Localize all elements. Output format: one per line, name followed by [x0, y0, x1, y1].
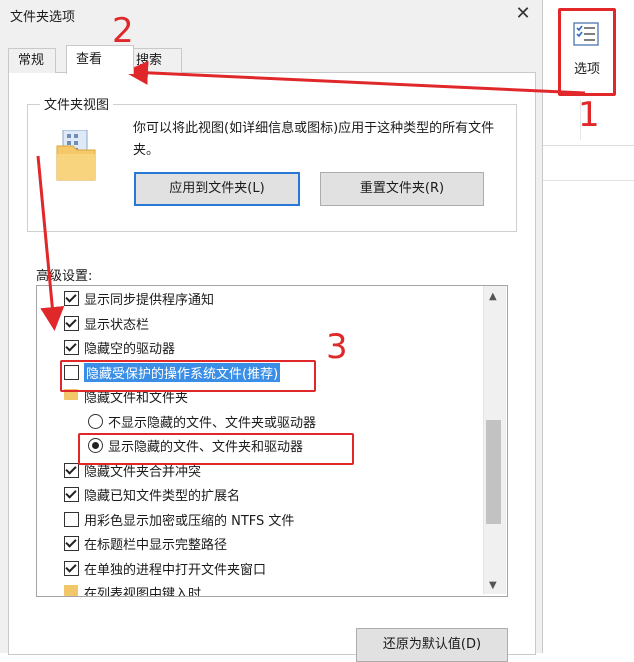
- annotation-box-show-hidden: [78, 433, 354, 465]
- scroll-up-arrow-icon[interactable]: ▲: [489, 291, 497, 302]
- checkbox-checked-icon[interactable]: [64, 487, 79, 502]
- radio-item[interactable]: 不显示隐藏的文件、文件夹或驱动器: [37, 409, 485, 433]
- annotation-box-protected-files: [60, 360, 316, 392]
- scroll-down-arrow-icon[interactable]: ▼: [489, 580, 497, 591]
- annotation-step-1: 1: [578, 95, 600, 135]
- advanced-settings-label: 高级设置:: [36, 269, 93, 284]
- annotation-step-3: 3: [326, 327, 348, 367]
- setting-label: 隐藏空的驱动器: [84, 342, 176, 357]
- reset-folders-button[interactable]: 重置文件夹(R): [320, 172, 484, 206]
- checkbox-checked-icon[interactable]: [64, 340, 79, 355]
- checkbox-checked-icon[interactable]: [64, 536, 79, 551]
- restore-defaults-button[interactable]: 还原为默认值(D): [356, 628, 508, 662]
- checkbox-item[interactable]: 隐藏已知文件类型的扩展名: [37, 482, 485, 506]
- tab-view[interactable]: 查看: [66, 45, 134, 74]
- ribbon-bottom-divider: [543, 180, 634, 181]
- apply-to-folders-button[interactable]: 应用到文件夹(L): [134, 172, 300, 206]
- setting-label: 在单独的进程中打开文件夹窗口: [84, 562, 267, 578]
- annotation-step-2: 2: [112, 11, 134, 51]
- setting-label: 在标题栏中显示完整路径: [84, 538, 228, 553]
- options-list-icon: [573, 22, 599, 46]
- folder-view-icon: [56, 130, 96, 181]
- setting-label: 隐藏已知文件类型的扩展名: [84, 489, 241, 504]
- setting-label: 用彩色显示加密或压缩的 NTFS 文件: [84, 513, 295, 529]
- scrollbar-thumb[interactable]: [486, 420, 501, 524]
- checkbox-checked-icon[interactable]: [64, 462, 79, 478]
- setting-label: 显示状态栏: [84, 317, 150, 333]
- folder-views-description: 你可以将此视图(如详细信息或图标)应用于这种类型的所有文件夹。: [133, 121, 495, 158]
- dialog-title: 文件夹选项: [10, 10, 76, 25]
- setting-label: 在列表视图中键入时: [84, 587, 202, 597]
- checkbox-item[interactable]: 显示同步提供程序通知: [37, 286, 485, 310]
- options-button-label: 选项: [574, 62, 601, 77]
- checkbox-checked-icon[interactable]: [64, 315, 79, 331]
- close-button[interactable]: ✕: [512, 2, 534, 26]
- checkbox-item[interactable]: 在标题栏中显示完整路径: [37, 531, 485, 555]
- checkbox-checked-icon[interactable]: [64, 560, 79, 576]
- setting-label: 不显示隐藏的文件、文件夹或驱动器: [108, 415, 317, 431]
- radio-empty-icon[interactable]: [88, 413, 103, 429]
- checkbox-empty-icon[interactable]: [64, 511, 79, 527]
- folder-views-title: 文件夹视图: [40, 94, 114, 113]
- checkbox-item[interactable]: 在单独的进程中打开文件夹窗口: [37, 556, 485, 580]
- checkbox-item[interactable]: 隐藏空的驱动器: [37, 335, 485, 359]
- tab-search[interactable]: 搜索: [126, 48, 182, 73]
- folder-group-item: 在列表视图中键入时: [37, 580, 485, 597]
- setting-label: 显示同步提供程序通知: [84, 293, 215, 308]
- folder-icon: [64, 585, 78, 596]
- checkbox-item[interactable]: 用彩色显示加密或压缩的 NTFS 文件: [37, 507, 485, 531]
- checkbox-item[interactable]: 显示状态栏: [37, 311, 485, 335]
- checkbox-checked-icon[interactable]: [64, 291, 79, 306]
- tab-general[interactable]: 常规: [8, 48, 56, 73]
